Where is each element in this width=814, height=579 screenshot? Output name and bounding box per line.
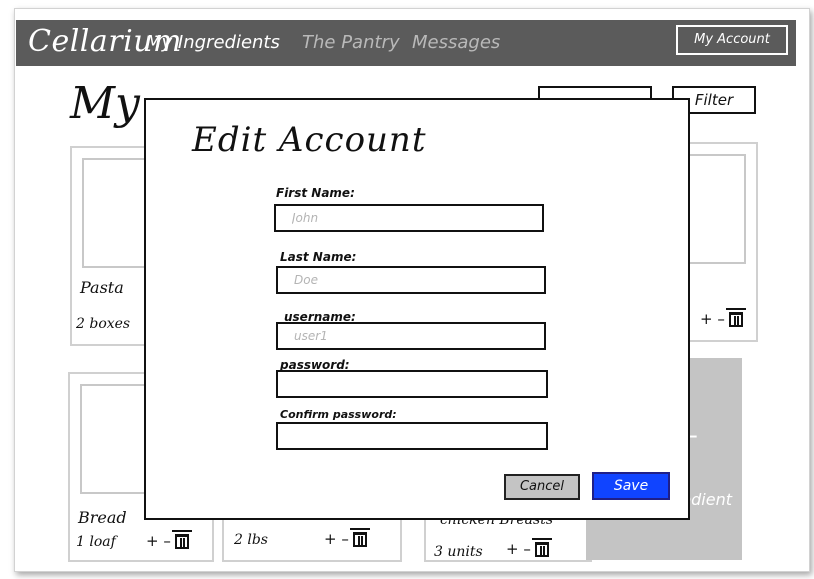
last-name-input[interactable]: [276, 266, 546, 294]
nav-bar: Cellarium My Ingredients The Pantry Mess…: [16, 20, 796, 66]
trash-icon[interactable]: [349, 528, 370, 547]
modal-title: Edit Account: [192, 120, 427, 160]
card-name: Bread: [78, 508, 127, 527]
edit-account-modal: Edit Account First Name: Last Name: user…: [144, 98, 690, 520]
nav-the-pantry[interactable]: The Pantry: [302, 32, 400, 53]
confirm-password-label: Confirm password:: [280, 408, 397, 421]
trash-icon[interactable]: [725, 308, 746, 327]
card-quantity: 3 units: [434, 544, 483, 560]
trash-icon[interactable]: [171, 530, 192, 549]
card-quantity: 1 loaf: [76, 534, 116, 550]
plus-minus-controls[interactable]: + –: [324, 530, 349, 548]
first-name-label: First Name:: [276, 186, 355, 200]
plus-minus-controls[interactable]: + –: [146, 532, 171, 550]
plus-minus-controls[interactable]: + –: [700, 310, 725, 328]
card-controls: + –: [146, 530, 192, 550]
save-button[interactable]: Save: [592, 472, 670, 500]
card-quantity: 2 boxes: [76, 316, 131, 332]
card-name: Pasta: [80, 278, 124, 297]
card-controls: + –: [506, 538, 552, 558]
my-account-button[interactable]: My Account: [676, 25, 788, 55]
trash-icon[interactable]: [531, 538, 552, 557]
last-name-label: Last Name:: [280, 250, 357, 264]
page-title: My: [70, 78, 140, 129]
username-input[interactable]: [276, 322, 546, 350]
confirm-password-input[interactable]: [276, 422, 548, 450]
nav-messages[interactable]: Messages: [412, 32, 500, 53]
card-controls: + –: [324, 528, 370, 548]
password-input[interactable]: [276, 370, 548, 398]
card-quantity: 2 lbs: [234, 532, 268, 548]
nav-my-ingredients[interactable]: My Ingredients: [146, 32, 280, 53]
plus-minus-controls[interactable]: + –: [506, 540, 531, 558]
cancel-button[interactable]: Cancel: [504, 474, 580, 500]
card-controls: + –: [700, 308, 746, 328]
first-name-input[interactable]: [274, 204, 544, 232]
